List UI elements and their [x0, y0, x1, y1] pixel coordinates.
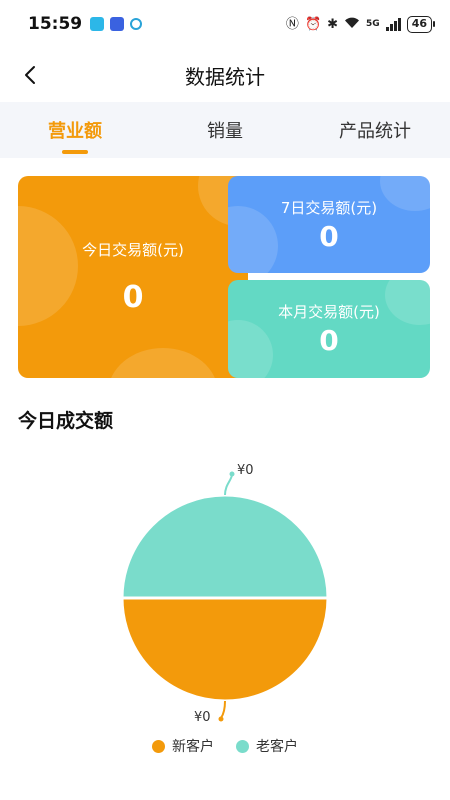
status-bar: 15:59 Ⓝ ⏰ ✱ 5G 46	[0, 0, 450, 48]
battery-icon: 46	[406, 15, 436, 33]
pie-label-old-customer: ¥0	[237, 463, 254, 478]
week-revenue-card: 7日交易额(元) 0	[228, 176, 430, 273]
decor-circle	[228, 206, 278, 273]
signal-icon	[385, 17, 401, 31]
leader-line-old-customer	[224, 474, 233, 496]
pie-slice-new-customer[interactable]	[120, 596, 330, 703]
wifi-icon	[344, 16, 360, 32]
decor-circle	[385, 280, 430, 325]
app-header: 数据统计	[0, 48, 450, 102]
week-revenue-value: 0	[319, 219, 339, 253]
page-title: 数据统计	[185, 64, 265, 89]
status-system: Ⓝ ⏰ ✱ 5G 46	[285, 15, 436, 33]
legend-dot	[236, 739, 249, 753]
legend-dot	[152, 739, 165, 753]
leader-line-old-customer-dot	[229, 471, 235, 477]
back-button[interactable]	[12, 56, 50, 94]
app-notification-icon	[90, 17, 105, 31]
tab-revenue[interactable]: 营业额	[0, 102, 150, 158]
pie-chart	[0, 450, 450, 740]
network-type: 5G	[366, 19, 380, 29]
chat-notification-icon	[130, 18, 143, 30]
status-time: 15:59	[28, 14, 83, 34]
pie-label-new-customer: ¥0	[194, 710, 211, 725]
bluetooth-icon: ✱	[327, 16, 339, 32]
month-revenue-label: 本月交易额(元)	[278, 303, 380, 321]
today-revenue-value: 0	[122, 280, 144, 315]
decor-circle	[380, 176, 430, 211]
legend-item-old-customer[interactable]: 老客户	[236, 736, 298, 756]
today-revenue-label: 今日交易额(元)	[82, 241, 184, 259]
pie-chart-svg	[120, 471, 330, 722]
decor-circle	[18, 206, 78, 326]
chart-legend: 新客户 老客户	[0, 736, 450, 756]
legend-label: 新客户	[172, 739, 214, 755]
decor-circle	[228, 320, 273, 378]
battery-level: 46	[411, 16, 427, 30]
pie-slice-old-customer[interactable]	[120, 493, 330, 600]
leader-line-new-customer-dot	[218, 716, 224, 722]
alarm-icon: ⏰	[304, 16, 322, 32]
week-revenue-label: 7日交易额(元)	[280, 198, 378, 217]
legend-label: 老客户	[256, 739, 298, 755]
nfc-icon: Ⓝ	[285, 16, 299, 32]
status-notifications	[90, 17, 143, 31]
legend-item-new-customer[interactable]: 新客户	[152, 736, 214, 756]
tab-bar: 营业额 销量 产品统计	[0, 102, 450, 158]
app-notification-icon	[110, 17, 125, 31]
section-title: 今日成交额	[18, 410, 114, 432]
tab-product-stats[interactable]: 产品统计	[300, 102, 450, 158]
month-revenue-card: 本月交易额(元) 0	[228, 280, 430, 378]
tab-sales[interactable]: 销量	[150, 102, 300, 158]
chevron-left-icon	[25, 66, 35, 84]
decor-circle	[108, 348, 218, 378]
today-revenue-card: 今日交易额(元) 0	[18, 176, 248, 378]
leader-line-new-customer	[220, 700, 226, 719]
month-revenue-value: 0	[319, 324, 339, 357]
